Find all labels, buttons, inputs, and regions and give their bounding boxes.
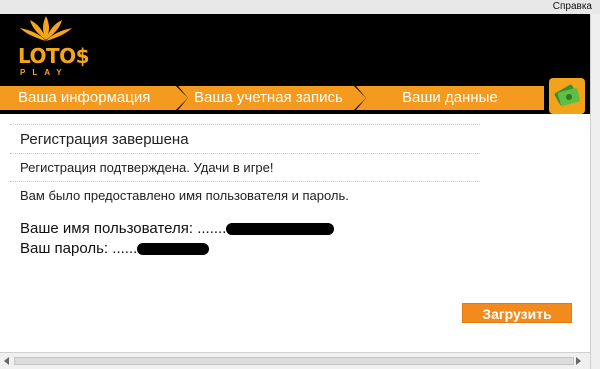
credentials: Ваше имя пользователя: ....... Ваш парол… bbox=[10, 219, 480, 259]
registration-content: Регистрация завершена Регистрация подтве… bbox=[10, 124, 480, 259]
step-your-info[interactable]: Ваша информация bbox=[0, 84, 190, 112]
step-label: Ваша учетная запись bbox=[194, 89, 343, 106]
page-title: Регистрация завершена bbox=[20, 131, 189, 148]
vertical-scrollbar[interactable] bbox=[590, 14, 600, 369]
username-redaction bbox=[226, 223, 335, 236]
download-button[interactable]: Загрузить bbox=[462, 303, 572, 323]
username-row: Ваше имя пользователя: ....... bbox=[20, 219, 480, 239]
logo: LOTO$ PLAY bbox=[8, 14, 90, 92]
badge-pointer bbox=[562, 114, 578, 122]
step-your-data[interactable]: Ваши данные bbox=[356, 84, 546, 112]
username-label: Ваше имя пользователя: ....... bbox=[20, 220, 227, 237]
info-message: Вам было предоставлено имя пользователя … bbox=[20, 188, 349, 203]
password-row: Ваш пароль: ...... bbox=[20, 239, 480, 259]
confirmation-message: Регистрация подтверждена. Удачи в игре! bbox=[20, 160, 274, 175]
scroll-left-icon[interactable] bbox=[4, 357, 9, 365]
help-link[interactable]: Справка bbox=[553, 1, 592, 12]
password-redaction bbox=[137, 243, 210, 256]
horizontal-scrollbar[interactable] bbox=[0, 352, 590, 369]
money-bills-icon bbox=[549, 78, 585, 114]
password-label: Ваш пароль: ...... bbox=[20, 240, 138, 257]
logo-subtitle: PLAY bbox=[20, 68, 69, 77]
window-titlebar: Справка bbox=[0, 0, 600, 14]
step-label: Ваши данные bbox=[402, 89, 498, 106]
logo-text: LOTO$ bbox=[18, 44, 90, 68]
step-your-account[interactable]: Ваша учетная запись bbox=[178, 84, 368, 112]
lotus-flower-icon bbox=[20, 16, 72, 41]
step-label: Ваша информация bbox=[18, 89, 151, 106]
scroll-right-icon[interactable] bbox=[576, 357, 581, 365]
scroll-thumb[interactable] bbox=[14, 357, 574, 365]
registration-steps: Ваша информация Ваша учетная запись Ваши… bbox=[0, 84, 545, 112]
